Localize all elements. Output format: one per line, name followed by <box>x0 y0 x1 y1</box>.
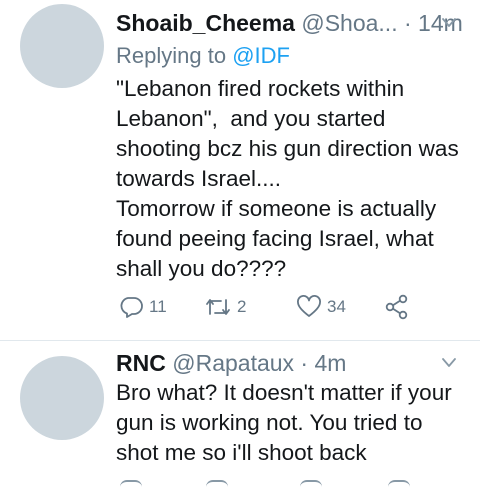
chevron-down-icon[interactable] <box>442 16 456 30</box>
share-button[interactable] <box>384 292 410 322</box>
tweet-text: "Lebanon fired rockets within Lebanon", … <box>116 76 459 281</box>
reply-icon <box>120 297 143 318</box>
chevron-down-icon[interactable] <box>442 356 456 370</box>
retweet-count: 2 <box>237 297 247 316</box>
mention-link[interactable]: @IDF <box>232 43 290 68</box>
avatar[interactable] <box>20 356 104 440</box>
tweet-header: RNC @Rapataux · 4m <box>116 350 346 376</box>
share-icon <box>388 480 410 487</box>
share-icon <box>385 294 408 320</box>
tweet-actions: 11 2 34 <box>118 292 458 322</box>
display-name[interactable]: RNC <box>116 350 166 376</box>
timestamp[interactable]: 14m <box>418 10 463 36</box>
replying-to: Replying to @IDF <box>116 43 290 69</box>
heart-icon <box>297 295 321 317</box>
timestamp[interactable]: 4m <box>315 350 347 376</box>
tweet-header: Shoaib_Cheema @Shoa... · 14m <box>116 10 463 36</box>
like-count: 34 <box>327 297 346 316</box>
user-handle[interactable]: @Shoa... <box>301 10 397 36</box>
separator-dot: · <box>397 10 419 36</box>
separator-dot: · <box>294 350 315 376</box>
avatar[interactable] <box>20 4 104 88</box>
retweet-button[interactable]: 2 <box>204 292 246 322</box>
heart-icon <box>300 480 322 487</box>
display-name[interactable]: Shoaib_Cheema <box>116 10 295 36</box>
retweet-icon <box>206 480 228 487</box>
replying-to-label: Replying to <box>116 43 233 68</box>
reply-icon <box>120 480 142 487</box>
like-button[interactable]: 34 <box>296 292 346 322</box>
next-actions-peek <box>118 480 418 485</box>
tweet-text: Bro what? It doesn't matter if your gun … <box>116 380 458 465</box>
reply-count: 11 <box>149 297 167 316</box>
reply-button[interactable]: 11 <box>118 292 167 322</box>
retweet-icon <box>206 299 230 315</box>
user-handle[interactable]: @Rapataux <box>172 350 294 376</box>
